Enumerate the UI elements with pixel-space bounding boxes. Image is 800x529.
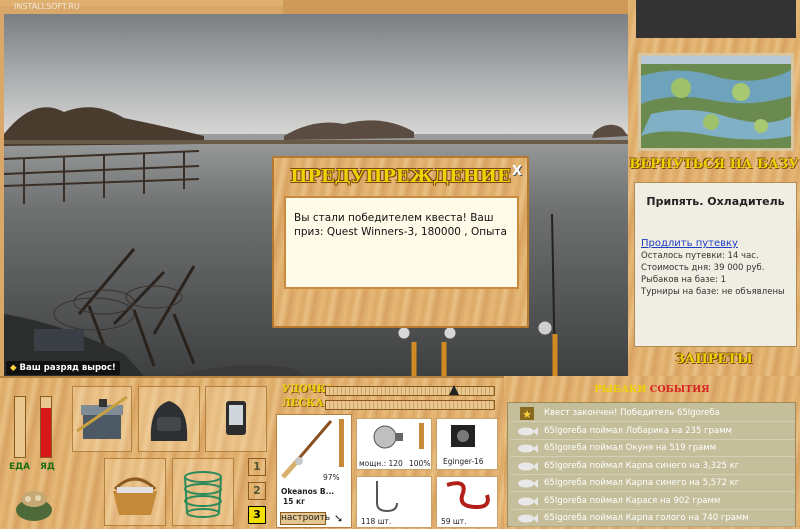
food-bag-icon[interactable] [14, 486, 54, 522]
star-icon: ★ [516, 407, 538, 421]
inventory-slot-basket[interactable] [104, 458, 166, 526]
info-line: Осталось путевки: 14 час. [641, 251, 759, 261]
event-text: 65Igoreба поймал Лобарика на 235 грамм [544, 425, 732, 436]
fish-icon [516, 512, 538, 525]
line-tension-bar [325, 400, 495, 410]
rank-text: Ваш разряд вырос! [19, 363, 116, 373]
bait-count: 59 шт. [441, 517, 467, 526]
svg-text:★: ★ [522, 408, 532, 420]
poison-meter [40, 396, 52, 458]
basket-icon [113, 477, 157, 515]
bans-button[interactable]: ЗАПРЕТЫ [628, 352, 800, 374]
rank-icon: ◆ [10, 363, 17, 373]
events-panel: РЫБАКИ СОБЫТИЯ ★ Квест закончен! Победите… [504, 376, 800, 529]
slot-button-1[interactable]: 1 [248, 458, 266, 476]
rod-tension-bar [325, 385, 495, 396]
poison-meter-fill [41, 407, 51, 457]
fish-icon [516, 425, 538, 438]
food-meter [14, 396, 26, 458]
map-image [641, 56, 791, 148]
event-row: 65Igoreба поймал Лобарика на 235 грамм [510, 423, 795, 440]
hooks-count: 118 шт. [361, 517, 392, 526]
info-line: Турниры на базе: не объявлены [641, 287, 785, 297]
line-name: Eginger-16 [443, 457, 484, 466]
rank-up-notice: ◆ Ваш разряд вырос! [6, 361, 120, 375]
slot-button-2[interactable]: 2 [248, 482, 266, 500]
event-text: 65Igoreба поймал Карпа голого на 740 гра… [544, 513, 749, 523]
tab-events[interactable]: СОБЫТИЯ [650, 384, 710, 395]
fish-icon [516, 495, 538, 508]
event-row: 65Igoreба поймал Карася на 902 грамм [510, 493, 795, 510]
phone-icon [226, 401, 246, 435]
rod-percent: 97% [323, 473, 340, 482]
event-row: 65Igoreба поймал Карпа синего на 5,572 к… [510, 475, 795, 492]
event-text: Квест закончен! Победитель 65Igoreба [544, 408, 720, 418]
info-line: Стоимость дня: 39 000 руб. [641, 263, 765, 273]
rod-weight: 15 кг [283, 497, 306, 506]
arrow-icon: ➘ [334, 512, 344, 525]
worm-bait-icon [446, 481, 490, 510]
warning-dialog: ПРЕДУПРЕЖДЕНИЕ X Вы стали победителем кв… [272, 156, 529, 328]
event-row: 65Igoreба поймал Окуня на 519 грамм [510, 440, 795, 457]
inventory-slot-phone[interactable] [205, 386, 267, 452]
reel-percent: 100% [409, 459, 431, 468]
line-label: ЛЕСКА [282, 398, 324, 409]
food-label: ЕДА [9, 462, 31, 472]
slot-button-3[interactable]: 3 [248, 506, 266, 524]
fish-icon [516, 460, 538, 473]
fishing-line-slot[interactable]: Eginger-16 [436, 418, 498, 470]
reel-icon [373, 423, 424, 449]
rod-slot[interactable]: 97% Okeanos B... 15 кг [276, 414, 352, 528]
close-icon[interactable]: X [510, 165, 524, 179]
fish-icon [516, 442, 538, 455]
events-list: ★ Квест закончен! Победитель 65Igoreба 65I… [507, 402, 796, 527]
events-tabs: РЫБАКИ СОБЫТИЯ [504, 384, 800, 395]
location-name: Припять. Охладитель [646, 195, 785, 208]
rod-name: Okeanos B... [281, 487, 335, 496]
setup-button[interactable]: настроить [280, 512, 330, 525]
dialog-title: ПРЕДУПРЕЖДЕНИЕ [290, 166, 511, 187]
inventory-slot-tackle-box[interactable] [72, 386, 132, 452]
bait-slot[interactable]: 59 шт. [436, 476, 498, 528]
event-row: ★ Квест закончен! Победитель 65Igoreба [510, 405, 795, 422]
hook-icon [376, 481, 398, 513]
tab-fishers[interactable]: РЫБАКИ [594, 384, 646, 395]
rod-icon [281, 419, 344, 479]
return-to-base-button[interactable]: ВЕРНУТЬСЯ НА БАЗУ [628, 157, 800, 179]
location-map[interactable] [638, 53, 794, 151]
event-row: 65Igoreба поймал Карпа голого на 740 гра… [510, 510, 795, 527]
extend-voucher-link[interactable]: Продлить путевку [641, 238, 790, 249]
hook-slot[interactable]: 118 шт. [356, 476, 432, 528]
event-text: 65Igoreба поймал Карпа синего на 3,325 к… [544, 460, 740, 471]
line-spool-icon [451, 425, 475, 447]
tackle-box-icon [76, 395, 128, 439]
tension-marker [448, 385, 459, 395]
poison-label: ЯД [40, 462, 55, 472]
backpack-icon [150, 401, 188, 441]
event-text: 65Igoreба поймал Карпа синего на 5,572 к… [544, 478, 740, 488]
info-line: Рыбаков на базе: 1 [641, 275, 726, 285]
reel-slot[interactable]: мощн.: 120 100% [356, 418, 432, 470]
watermark-text: INSTALLSOFT.RU [14, 2, 80, 11]
event-text: 65Igoreба поймал Окуня на 519 грамм [544, 443, 717, 453]
reel-power: мощн.: 120 [359, 459, 403, 468]
event-text: 65Igoreба поймал Карася на 902 грамм [544, 495, 721, 506]
base-info-panel: Припять. Охладитель Продлить путевку Ост… [634, 182, 797, 347]
dialog-message: Вы стали победителем квеста! Ваш приз: Q… [284, 196, 519, 289]
keepnet-icon [184, 471, 222, 518]
fish-icon [516, 477, 538, 490]
event-row: 65Igoreба поймал Карпа синего на 3,325 к… [510, 458, 795, 475]
inventory-slot-backpack[interactable] [138, 386, 200, 452]
inventory-slot-keepnet[interactable] [172, 458, 234, 526]
top-bar [283, 0, 628, 14]
sidebar-top-panel [636, 0, 796, 38]
